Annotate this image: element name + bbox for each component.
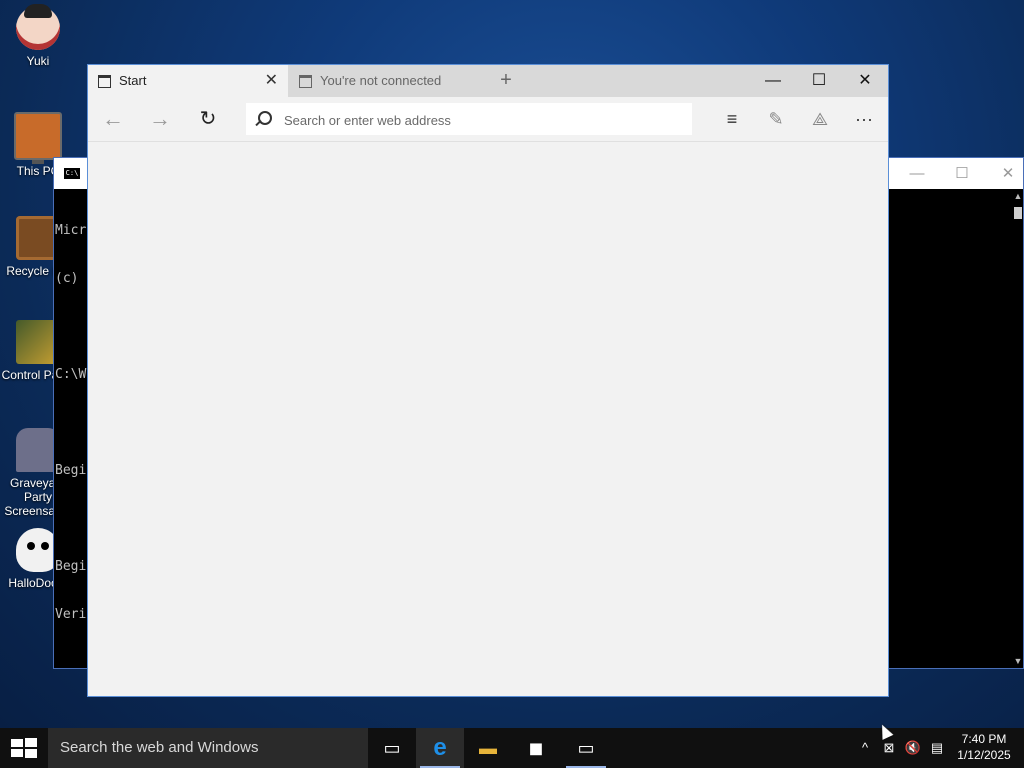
console-scrollbar[interactable]: ▲ ▼: [1013, 189, 1023, 668]
address-input[interactable]: [282, 103, 686, 137]
share-icon[interactable]: ⟁: [802, 103, 838, 135]
minimize-button[interactable]: —: [750, 65, 796, 97]
command-prompt-taskbar-button[interactable]: ▭: [562, 728, 610, 768]
web-note-icon[interactable]: ✎: [758, 103, 794, 135]
console-line: C:\W: [55, 367, 87, 382]
console-line: Veri: [55, 607, 87, 622]
volume-muted-icon[interactable]: 🔇: [902, 728, 924, 768]
command-prompt-icon: C:\: [64, 168, 80, 179]
maximize-button[interactable]: ☐: [796, 65, 842, 97]
console-line: Begi: [55, 463, 87, 478]
desktop-icon-label: Yuki: [26, 54, 50, 68]
console-close-button[interactable]: ✕: [985, 158, 1024, 189]
page-content: [88, 142, 888, 696]
browser-toolbar: ← → ↻ ≡ ✎ ⟁ ···: [88, 97, 888, 142]
tab-page-icon: [299, 75, 312, 88]
taskbar: Search the web and Windows ▭ e ▬ ◼ ▭ ^ ⊠…: [0, 728, 1024, 768]
folder-icon: ▬: [479, 738, 497, 758]
console-line: Begi: [55, 559, 87, 574]
console-line: Micr: [55, 223, 87, 238]
hub-icon[interactable]: ≡: [714, 103, 750, 135]
console-maximize-button[interactable]: ☐: [939, 158, 985, 189]
tab-label: You're not connected: [320, 73, 442, 88]
search-icon: [258, 111, 272, 125]
scroll-up-arrow-icon[interactable]: ▲: [1013, 191, 1023, 203]
system-clock[interactable]: 7:40 PM 1/12/2025: [948, 731, 1020, 763]
clock-date: 1/12/2025: [957, 748, 1011, 762]
edge-icon: e: [433, 734, 447, 761]
back-arrow-icon[interactable]: ←: [95, 103, 131, 135]
windows-logo-icon: [11, 738, 37, 758]
store-taskbar-button[interactable]: ◼: [512, 728, 560, 768]
scroll-thumb[interactable]: [1014, 207, 1022, 219]
task-view-button[interactable]: ▭: [368, 728, 416, 768]
store-icon: ◼: [528, 738, 544, 758]
tab-page-icon: [98, 75, 111, 88]
clock-time: 7:40 PM: [961, 732, 1007, 746]
edge-taskbar-button[interactable]: e: [416, 728, 464, 768]
vampire-user-icon: [16, 4, 60, 50]
more-icon[interactable]: ···: [846, 103, 882, 135]
command-prompt-icon: ▭: [577, 738, 595, 758]
show-hidden-icons-chevron-icon[interactable]: ^: [854, 728, 876, 768]
close-button[interactable]: ✕: [842, 65, 888, 97]
start-button[interactable]: [0, 728, 48, 768]
file-explorer-taskbar-button[interactable]: ▬: [464, 728, 512, 768]
refresh-icon[interactable]: ↻: [190, 103, 226, 135]
scroll-down-arrow-icon[interactable]: ▼: [1013, 656, 1023, 668]
tab-close-icon[interactable]: ✕: [265, 65, 278, 97]
tab-not-connected[interactable]: You're not connected: [289, 65, 488, 97]
console-minimize-button[interactable]: —: [894, 158, 940, 189]
console-line: (c): [55, 271, 79, 286]
computer-icon: [14, 112, 62, 164]
console-output: Micr (c) C:\W Begi Begi Veri: [54, 191, 86, 655]
new-tab-button[interactable]: +: [490, 65, 522, 97]
forward-arrow-icon[interactable]: →: [142, 103, 178, 135]
tab-start[interactable]: Start ✕: [88, 65, 288, 97]
task-view-icon: ▭: [383, 738, 401, 758]
edge-browser-window[interactable]: Start ✕ You're not connected + — ☐ ✕ ← →…: [87, 64, 889, 697]
action-center-icon[interactable]: ▤: [926, 728, 948, 768]
taskbar-search-placeholder: Search the web and Windows: [60, 739, 259, 756]
tab-label: Start: [119, 73, 147, 88]
address-bar[interactable]: [246, 103, 692, 137]
desktop-icon-yuki[interactable]: Yuki: [0, 4, 76, 68]
taskbar-search-box[interactable]: Search the web and Windows: [48, 728, 368, 768]
tab-bar: Start ✕ You're not connected + — ☐ ✕: [88, 65, 888, 97]
